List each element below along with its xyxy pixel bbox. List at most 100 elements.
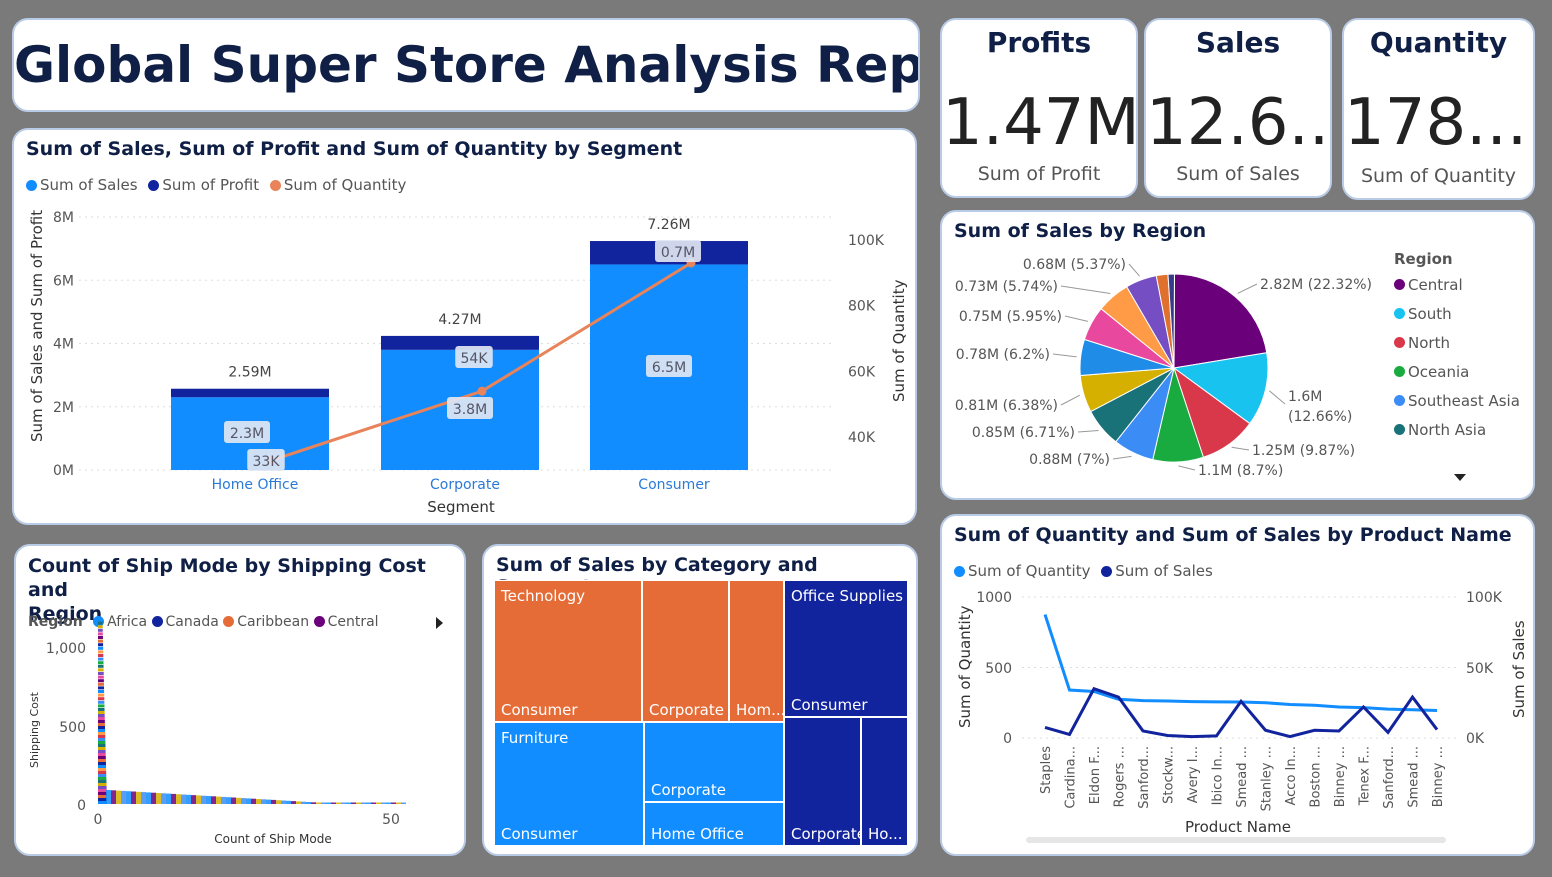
sales-data-label: 6.5M bbox=[652, 360, 686, 376]
legend-item[interactable]: Southeast Asia bbox=[1394, 392, 1520, 410]
ship-bar-segment bbox=[98, 732, 106, 735]
y2-axis-label: Sum of Sales bbox=[1510, 620, 1528, 718]
legend-dot-icon bbox=[1394, 337, 1405, 348]
treemap-cell-tech-consumer[interactable]: Technology Consumer bbox=[494, 580, 642, 722]
ship-bar-segment bbox=[98, 717, 105, 720]
y2-axis-label: Sum of Quantity bbox=[890, 279, 908, 402]
y2-tick-label: 80K bbox=[848, 299, 876, 315]
ship-bar-segment bbox=[401, 802, 406, 804]
kpi-card-quantity[interactable]: Quantity 178.... Sum of Quantity bbox=[1342, 18, 1535, 200]
ship-bar-segment bbox=[98, 672, 104, 675]
ship-bar-segment bbox=[98, 628, 103, 632]
ship-bar-segment bbox=[98, 650, 104, 654]
legend-item[interactable]: Central bbox=[1394, 276, 1520, 294]
treemap-cell-tech-corporate[interactable]: Corporate bbox=[642, 580, 729, 722]
ship-bar-segment bbox=[98, 675, 104, 679]
treemap-cell-furn-corporate[interactable]: Corporate bbox=[644, 722, 784, 802]
page-title: Global Super Store Analysis Report bbox=[14, 36, 920, 94]
ship-bar-segment bbox=[316, 802, 321, 804]
pie-slice bbox=[1173, 273, 1268, 369]
ship-bar-segment bbox=[121, 790, 126, 804]
ship-bar-segment bbox=[196, 795, 201, 804]
pie-leader-line bbox=[1060, 394, 1081, 406]
product-chart-plot: 1000 500 0 100K 50K 0K Sum of Quantity S… bbox=[956, 590, 1528, 843]
ship-bar-segment bbox=[396, 802, 401, 804]
y2-tick-label: 0K bbox=[1466, 731, 1485, 747]
pie-leader-line bbox=[1268, 390, 1286, 405]
y2-tick-label: 60K bbox=[848, 364, 876, 380]
treemap-cell-label: Consumer bbox=[501, 825, 578, 843]
x-axis-label: Product Name bbox=[1185, 818, 1291, 836]
x-axis-label: Count of Ship Mode bbox=[214, 832, 332, 846]
legend-item[interactable]: South bbox=[1394, 305, 1520, 323]
product-chart-card[interactable]: Sum of Quantity and Sum of Sales by Prod… bbox=[940, 514, 1535, 856]
kpi-card-profits[interactable]: Profits 1.47M Sum of Profit bbox=[940, 18, 1138, 198]
x-tick-label: Binney ... bbox=[1431, 746, 1446, 807]
x-tick-label: Sanford... bbox=[1382, 746, 1397, 809]
pie-data-label: 0.68M (5.37%) bbox=[1023, 257, 1126, 273]
ship-bar-segment bbox=[98, 697, 105, 701]
legend-item[interactable]: North Asia bbox=[1394, 421, 1520, 439]
horizontal-scrollbar[interactable] bbox=[1026, 837, 1446, 843]
ship-bar-segment bbox=[126, 791, 131, 804]
title-card: Global Super Store Analysis Report bbox=[12, 18, 920, 112]
x-axis-label: Segment bbox=[427, 498, 495, 516]
ship-bar-segment bbox=[98, 774, 107, 777]
ship-bar-segment bbox=[301, 801, 306, 804]
treemap-card[interactable]: Sum of Sales by Category and Segment Tec… bbox=[482, 544, 918, 856]
ship-bar-segment bbox=[98, 682, 104, 686]
ship-bar-segment bbox=[251, 798, 256, 804]
legend-item[interactable]: Oceania bbox=[1394, 363, 1520, 381]
ship-bar-segment bbox=[98, 636, 103, 639]
y-tick-label: 500 bbox=[59, 720, 86, 736]
ship-chart-card[interactable]: Count of Ship Mode by Shipping Cost and … bbox=[14, 544, 466, 856]
ship-bar-segment bbox=[356, 802, 361, 804]
ship-bar-segment bbox=[291, 801, 296, 804]
pie-leader-line bbox=[1060, 285, 1111, 295]
ship-bar-segment bbox=[136, 791, 141, 804]
sales-data-label: 3.8M bbox=[453, 402, 487, 418]
x-tick-label: Boston ... bbox=[1309, 746, 1324, 807]
treemap-cell-label: Consumer bbox=[791, 696, 868, 714]
pie-leader-line bbox=[1237, 283, 1258, 294]
treemap-cell-furn-consumer[interactable]: Furniture Consumer bbox=[494, 722, 644, 846]
region-pie-card[interactable]: Sum of Sales by Region 2.82M (22.32%) 1.6… bbox=[940, 210, 1535, 500]
treemap-cell-label: Corporate bbox=[791, 825, 861, 843]
treemap-cell-office-corporate[interactable]: Corporate bbox=[784, 717, 861, 846]
legend-dot-icon bbox=[1394, 366, 1405, 377]
ship-bar-segment bbox=[161, 793, 166, 804]
pie-data-label: 1.6M bbox=[1288, 389, 1322, 405]
ship-bar-segment bbox=[98, 801, 107, 804]
treemap-cell-office-consumer[interactable]: Office Supplies Consumer bbox=[784, 580, 908, 717]
x-tick-label: Sanford... bbox=[1137, 746, 1152, 809]
legend-item[interactable]: North bbox=[1394, 334, 1520, 352]
pie-data-label: 0.88M (7%) bbox=[1029, 452, 1110, 468]
ship-bar-segment bbox=[98, 786, 107, 789]
pie-data-label: 0.78M (6.2%) bbox=[956, 347, 1050, 363]
treemap-plot: Technology Consumer Corporate Hom... Off… bbox=[494, 580, 908, 846]
pie-leader-line bbox=[1077, 430, 1099, 433]
treemap-cell-tech-home[interactable]: Hom... bbox=[729, 580, 784, 722]
ship-bar-segment bbox=[98, 777, 107, 780]
x-tick-label: Tenex F... bbox=[1358, 746, 1373, 806]
segment-chart-card[interactable]: Sum of Sales, Sum of Profit and Sum of Q… bbox=[12, 128, 917, 525]
ship-bar-segment bbox=[271, 799, 276, 804]
treemap-cell-furn-home[interactable]: Home Office bbox=[644, 802, 784, 846]
x-tick-label: Stockw... bbox=[1162, 746, 1177, 804]
ship-bar-segment bbox=[191, 795, 196, 804]
kpi-subtitle: Sum of Sales bbox=[1176, 163, 1300, 185]
y-tick-label: 0M bbox=[53, 463, 74, 479]
legend-scroll-down-icon[interactable] bbox=[1454, 474, 1466, 481]
ship-bar-segment bbox=[176, 794, 181, 804]
pie-data-label: 0.73M (5.74%) bbox=[955, 279, 1058, 295]
ship-bar-segment bbox=[111, 790, 116, 804]
legend-dot-icon bbox=[1394, 279, 1405, 290]
ship-bar-segment bbox=[141, 792, 146, 804]
quantity-data-label: 54K bbox=[461, 351, 489, 367]
treemap-cell-office-home[interactable]: Ho... bbox=[861, 717, 908, 846]
ship-bar-segment bbox=[391, 802, 396, 804]
ship-bar-segment bbox=[98, 747, 106, 750]
kpi-card-sales[interactable]: Sales 12.6... Sum of Sales bbox=[1144, 18, 1332, 198]
ship-bar-segment bbox=[321, 802, 326, 804]
ship-bar-segment bbox=[98, 668, 104, 672]
